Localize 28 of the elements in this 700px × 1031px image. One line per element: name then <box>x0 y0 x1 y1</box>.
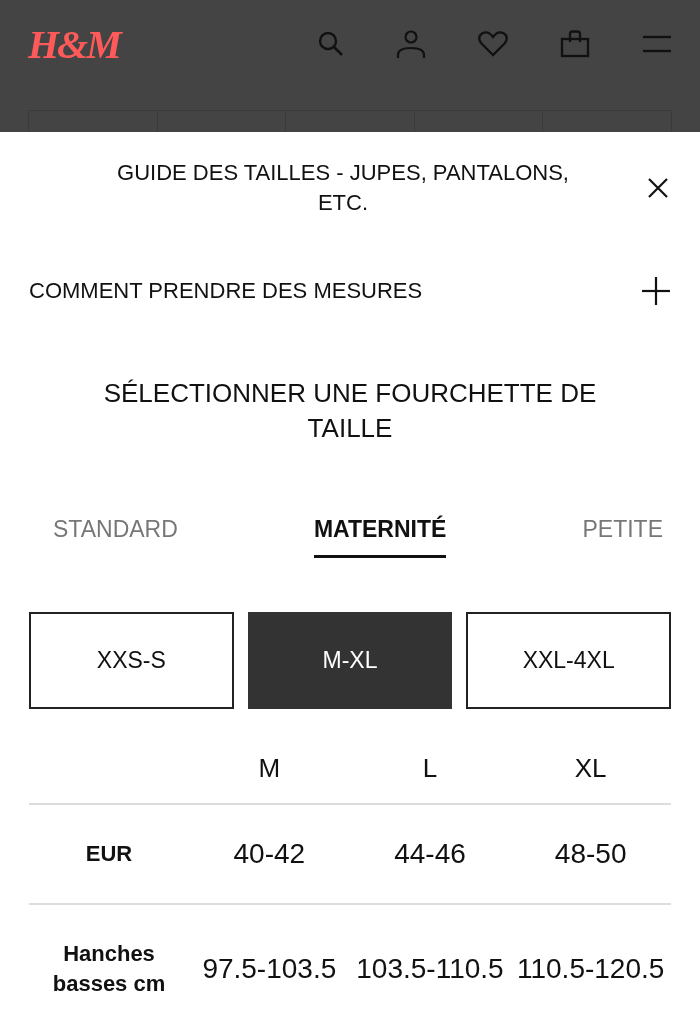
table-cell-text: 40-42 <box>232 838 307 870</box>
table-cell-text: 103.5-110.5 <box>355 953 505 985</box>
column-header: M <box>257 752 282 784</box>
column-header: XL <box>573 752 608 784</box>
table-cell-text: 110.5-120.5 <box>515 953 666 985</box>
row-header: Hanches basses cm <box>51 940 167 998</box>
account-icon[interactable] <box>396 29 426 59</box>
size-range-button[interactable]: XXS-S <box>29 612 234 709</box>
row-header: EUR <box>84 840 134 868</box>
panel-title: GUIDE DES TAILLES - JUPES, PANTALONS, ETC. <box>116 159 570 217</box>
menu-icon[interactable] <box>642 33 672 55</box>
size-range-button[interactable]: XXL-4XL <box>466 612 671 709</box>
size-range-button[interactable]: M-XL <box>247 612 453 709</box>
column-header: L <box>421 752 439 784</box>
plus-icon <box>641 276 671 306</box>
section-heading: SÉLECTIONNER UNE FOURCHETTE DE TAILLE <box>102 377 598 445</box>
tab[interactable]: PETITE <box>582 508 663 558</box>
table-cell-text: 48-50 <box>553 838 628 870</box>
close-icon[interactable] <box>647 177 669 199</box>
tab[interactable]: MATERNITÉ <box>313 508 447 558</box>
search-icon[interactable] <box>318 31 344 57</box>
tab[interactable]: STANDARD <box>53 508 178 558</box>
table-cell-text: 97.5-103.5 <box>201 953 338 985</box>
bag-icon[interactable] <box>560 30 590 58</box>
measure-accordion[interactable]: COMMENT PRENDRE DES MESURES <box>29 276 671 306</box>
table-cell-text: 44-46 <box>393 838 467 870</box>
heart-icon[interactable] <box>478 31 508 57</box>
accordion-label: COMMENT PRENDRE DES MESURES <box>29 278 423 304</box>
